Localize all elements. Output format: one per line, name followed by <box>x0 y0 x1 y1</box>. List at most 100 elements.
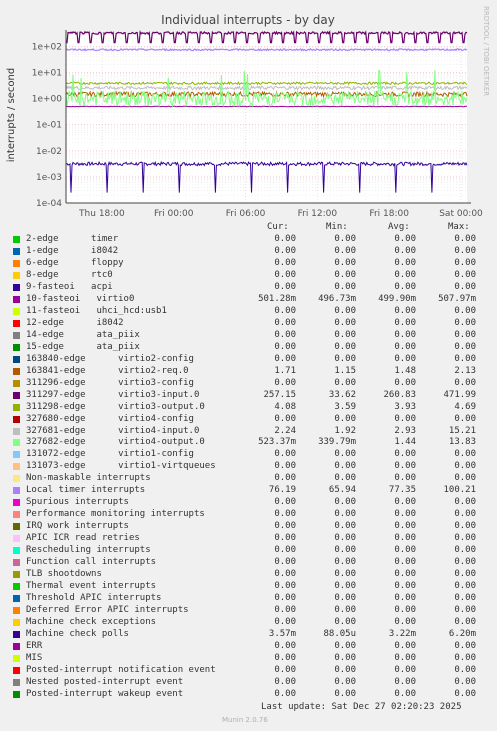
legend-max-value: 0.00 <box>454 377 476 388</box>
legend-row: 163840-edge virtio2-config 0.00 0.00 0.00 0.… <box>0 354 497 366</box>
legend-max-value: 0.00 <box>454 329 476 340</box>
legend-swatch <box>13 283 20 291</box>
legend-max-value: 0.00 <box>454 317 476 328</box>
legend-row: Local timer interrupts 76.19 65.94 77.35 100… <box>0 485 497 497</box>
legend-swatch <box>13 343 20 351</box>
legend-swatch <box>13 403 20 411</box>
legend-row: APIC ICR read retries 0.00 0.00 0.00 0.00 <box>0 533 497 545</box>
legend-label: 311298-edge virtio3-output.0 <box>26 401 205 412</box>
legend-label: Machine check exceptions <box>26 617 157 628</box>
legend-swatch <box>13 583 20 591</box>
y-axis-label: interrupts / second <box>6 68 17 162</box>
legend-max-value: 0.00 <box>454 245 476 256</box>
legend-row: 163841-edge virtio2-req.0 1.71 1.15 1.48 2.1… <box>0 366 497 378</box>
legend-swatch <box>13 439 20 447</box>
legend-row: 9-fasteoi acpi 0.00 0.00 0.00 0.00 <box>0 282 497 294</box>
x-tick-label: Fri 06:00 <box>226 209 266 219</box>
legend-swatch <box>13 319 20 327</box>
legend-row: Spurious interrupts 0.00 0.00 0.00 0.00 <box>0 497 497 509</box>
y-tick-label: 1e+01 <box>32 69 62 79</box>
legend-max-value: 0.00 <box>454 269 476 280</box>
legend-row: Machine check polls 3.57m 88.05u 3.22m 6.20m <box>0 629 497 641</box>
legend-max-value: 4.69 <box>454 401 476 412</box>
legend-label: Threshold APIC interrupts <box>26 593 162 604</box>
legend-max-value: 0.00 <box>454 688 476 699</box>
legend-swatch <box>13 571 20 579</box>
legend-max-value: 0.00 <box>454 605 476 616</box>
legend-swatch <box>13 331 20 339</box>
legend-swatch <box>13 499 20 507</box>
legend-row: 14-edge ata_piix 0.00 0.00 0.00 0.00 <box>0 330 497 342</box>
legend-row: Rescheduling interrupts 0.00 0.00 0.00 0.00 <box>0 545 497 557</box>
legend-row: Function call interrupts 0.00 0.00 0.00 0.00 <box>0 557 497 569</box>
legend-label: 327680-edge virtio4-config <box>26 413 194 424</box>
legend-max-value: 0.00 <box>454 449 476 460</box>
legend-row: Thermal event interrupts 0.00 0.00 0.00 0.00 <box>0 581 497 593</box>
legend-swatch <box>13 391 20 399</box>
legend-row: Threshold APIC interrupts 0.00 0.00 0.00 0.0… <box>0 593 497 605</box>
x-tick-label: Fri 00:00 <box>154 209 194 219</box>
chart-title: Individual interrupts - by day <box>161 13 335 27</box>
legend-row: MIS 0.00 0.00 0.00 0.00 <box>0 653 497 665</box>
legend-label: 14-edge ata_piix <box>26 329 140 340</box>
legend-swatch <box>13 259 20 267</box>
legend-swatch <box>13 511 20 519</box>
legend-label: 311296-edge virtio3-config <box>26 377 194 388</box>
legend-max-value: 0.00 <box>454 545 476 556</box>
legend-swatch <box>13 307 20 315</box>
series-virtio0 <box>65 105 467 108</box>
header-avg: Avg: <box>388 222 410 232</box>
legend-max-value: 100.21 <box>443 485 476 496</box>
legend-swatch <box>13 666 20 674</box>
legend-max-value: 0.00 <box>454 581 476 592</box>
legend-swatch <box>13 247 20 255</box>
legend-max-value: 0.00 <box>454 617 476 628</box>
legend-row: 10-fasteoi virtio0 501.28m 496.73m 499.90m 5… <box>0 294 497 306</box>
legend-max-value: 0.00 <box>454 353 476 364</box>
legend-row: Deferred Error APIC interrupts 0.00 0.00 0.… <box>0 605 497 617</box>
legend-swatch <box>13 463 20 471</box>
legend-swatch <box>13 535 20 543</box>
legend-max-value: 0.00 <box>454 461 476 472</box>
legend-row: Nested posted-interrupt event 0.00 0.00 0.0… <box>0 677 497 689</box>
legend-swatch <box>13 451 20 459</box>
legend-max-value: 507.97m <box>438 293 476 304</box>
legend-max-value: 2.13 <box>454 365 476 376</box>
legend-max-value: 0.00 <box>454 341 476 352</box>
legend-row: ERR 0.00 0.00 0.00 0.00 <box>0 641 497 653</box>
legend-max-value: 15.21 <box>448 425 476 436</box>
legend-label: Local timer interrupts <box>26 485 146 496</box>
legend-label: Function call interrupts <box>26 557 157 568</box>
legend-swatch <box>13 559 20 567</box>
legend-swatch <box>13 379 20 387</box>
last-update: Last update: Sat Dec 27 02:20:23 2025 <box>261 702 462 712</box>
x-tick-label: Thu 18:00 <box>78 209 125 219</box>
legend-label: Rescheduling interrupts <box>26 545 151 556</box>
legend-swatch <box>13 607 20 615</box>
legend-swatch <box>13 690 20 698</box>
legend-swatch <box>13 547 20 555</box>
legend-row: 131073-edge virtio1-virtqueues 0.00 0.00 0.… <box>0 461 497 473</box>
legend-swatch <box>13 487 20 495</box>
legend-row: Posted-interrupt notification event 0.00 0… <box>0 665 497 677</box>
legend-label: 12-edge i8042 <box>26 317 124 328</box>
x-tick-label: Fri 12:00 <box>298 209 338 219</box>
legend-label: 163841-edge virtio2-req.0 <box>26 365 189 376</box>
legend-row: 131072-edge virtio1-config 0.00 0.00 0.00 0.… <box>0 449 497 461</box>
legend-label: APIC ICR read retries <box>26 533 140 544</box>
legend-row: Non-maskable interrupts 0.00 0.00 0.00 0.00 <box>0 473 497 485</box>
header-max: Max: <box>448 222 470 232</box>
y-tick-label: 1e-02 <box>36 147 62 157</box>
legend-label: 11-fasteoi uhci_hcd:usb1 <box>26 305 167 316</box>
legend-label: Performance monitoring interrupts <box>26 509 205 520</box>
rrdtool-credit: RRDTOOL / TOBI OETIKER <box>482 6 490 97</box>
legend-max-value: 0.00 <box>454 652 476 663</box>
legend-swatch <box>13 619 20 627</box>
legend-label: MIS <box>26 652 43 663</box>
legend-max-value: 0.00 <box>454 664 476 675</box>
legend-max-value: 0.00 <box>454 569 476 580</box>
legend-label: 327682-edge virtio4-output.0 <box>26 437 205 448</box>
legend-label: Posted-interrupt wakeup event <box>26 688 184 699</box>
legend-max-value: 0.00 <box>454 557 476 568</box>
legend-row: 8-edge rtc0 0.00 0.00 0.00 0.00 <box>0 270 497 282</box>
